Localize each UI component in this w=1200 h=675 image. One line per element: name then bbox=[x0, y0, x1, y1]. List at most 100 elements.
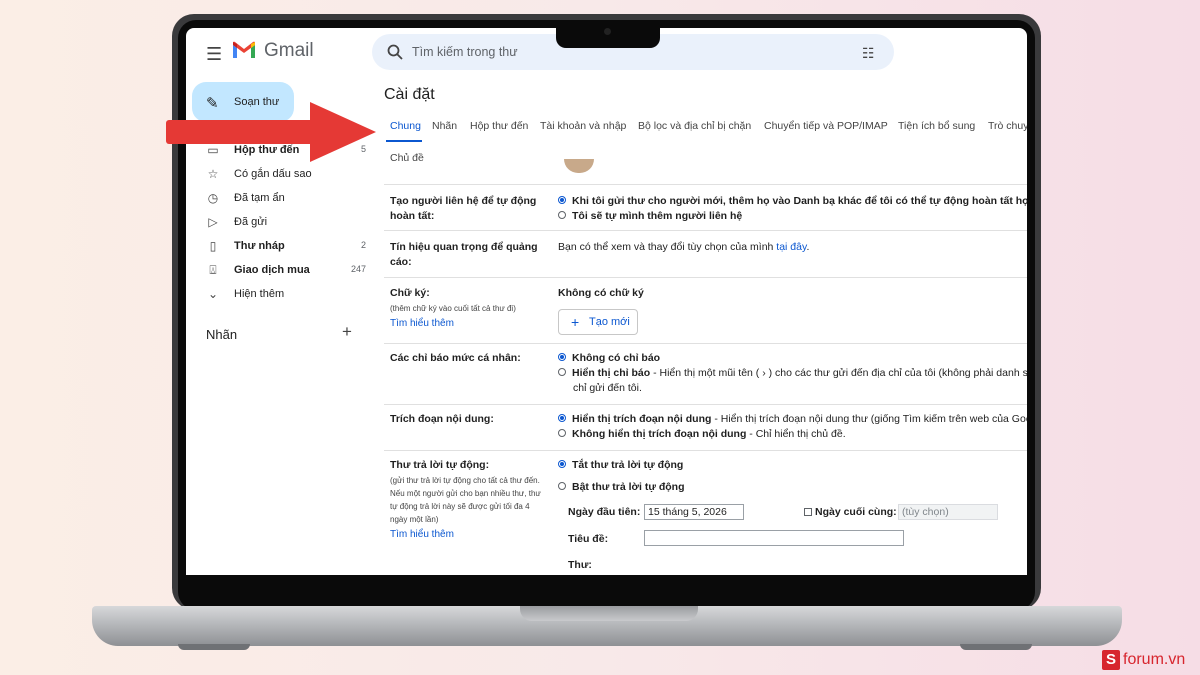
vacation-hint-line4: ngày một lần) bbox=[390, 515, 439, 524]
send-icon: ▷ bbox=[208, 215, 218, 229]
tab-inbox[interactable]: Hộp thư đến bbox=[470, 120, 528, 132]
option-text: Tắt thư trả lời tự động bbox=[572, 459, 684, 471]
last-day-checkbox-group[interactable]: Ngày cuối cùng: bbox=[804, 506, 897, 518]
page-title: Cài đặt bbox=[384, 86, 435, 103]
divider bbox=[384, 404, 1027, 405]
option-text: Khi tôi gửi thư cho người mới, thêm họ v… bbox=[572, 195, 1027, 207]
divider bbox=[384, 184, 1027, 185]
indicators-option-line2: chỉ gửi đến tôi. bbox=[573, 382, 642, 394]
option-text: Hiển thị chỉ báo bbox=[572, 367, 651, 379]
tab-labels[interactable]: Nhãn bbox=[432, 120, 457, 132]
tab-forwarding[interactable]: Chuyển tiếp và POP/IMAP bbox=[764, 120, 888, 132]
contacts-option-auto[interactable]: Khi tôi gửi thư cho người mới, thêm họ v… bbox=[558, 194, 1027, 209]
sidebar-item-drafts[interactable]: ▯ Thư nháp 2 bbox=[186, 236, 366, 258]
active-tab-indicator bbox=[386, 140, 422, 142]
camera-notch bbox=[556, 20, 660, 48]
vacation-hint-line1: (gửi thư trả lời tự động cho tất cả thư … bbox=[390, 476, 540, 485]
sidebar-item-label: Có gắn dấu sao bbox=[234, 168, 312, 180]
laptop-base-groove bbox=[520, 606, 698, 621]
tab-themes[interactable]: Chủ đề bbox=[390, 152, 424, 164]
option-text: Không có chỉ báo bbox=[572, 352, 661, 364]
divider bbox=[384, 277, 1027, 278]
snippets-option-hide[interactable]: Không hiển thị trích đoạn nội dung - Chỉ… bbox=[558, 427, 846, 442]
tab-addons[interactable]: Tiện ích bổ sung bbox=[898, 120, 975, 132]
vacation-option-off[interactable]: Tắt thư trả lời tự động bbox=[558, 458, 683, 473]
option-text: Hiển thị trích đoạn nội dung bbox=[572, 413, 712, 425]
tab-filters[interactable]: Bộ lọc và địa chỉ bị chặn bbox=[638, 120, 751, 132]
last-day-input[interactable]: (tùy chọn) bbox=[898, 504, 998, 520]
sidebar-item-snoozed[interactable]: ◷ Đã tạm ẩn bbox=[186, 188, 366, 210]
radio-button[interactable] bbox=[558, 429, 566, 438]
sidebar-item-purchases[interactable]: ⍍ Giao dịch mua 247 bbox=[186, 260, 366, 282]
vacation-hint-line2: Nếu một người gửi cho bạn nhiều thư, thư bbox=[390, 489, 541, 498]
radio-button[interactable] bbox=[558, 196, 566, 205]
vacation-learn-more-link[interactable]: Tìm hiểu thêm bbox=[390, 528, 454, 541]
ads-link[interactable]: tại đây bbox=[776, 241, 806, 253]
vacation-option-on[interactable]: Bật thư trả lời tự động bbox=[558, 480, 685, 495]
tab-general[interactable]: Chung bbox=[390, 120, 421, 132]
body-label: Thư: bbox=[568, 559, 592, 571]
search-icon[interactable] bbox=[386, 43, 404, 61]
no-signature-text: Không có chữ ký bbox=[558, 287, 644, 299]
last-day-label: Ngày cuối cùng: bbox=[815, 506, 897, 518]
red-arrow-icon bbox=[166, 102, 376, 162]
search-options-icon[interactable]: ☷ bbox=[862, 45, 875, 62]
indicators-option-show[interactable]: Hiển thị chỉ báo - Hiển thị một mũi tên … bbox=[558, 366, 1027, 381]
option-text: Không hiển thị trích đoạn nội dung bbox=[572, 428, 747, 440]
signature-label: Chữ ký: bbox=[390, 287, 430, 299]
sidebar-item-label: Thư nháp bbox=[234, 240, 285, 252]
ads-label: Tín hiệu quan trọng để quảng cáo: bbox=[390, 241, 538, 268]
radio-button[interactable] bbox=[558, 353, 566, 362]
option-description: - Hiển thị một mũi tên ( › ) cho các thư… bbox=[650, 367, 1027, 379]
add-label-icon[interactable]: + bbox=[342, 322, 352, 342]
create-signature-button[interactable]: + Tạo mới bbox=[558, 309, 638, 335]
ads-description: Bạn có thể xem và thay đổi tùy chọn của … bbox=[558, 241, 774, 253]
signature-hint: (thêm chữ ký vào cuối tất cả thư đi) bbox=[390, 304, 516, 313]
radio-button[interactable] bbox=[558, 414, 566, 423]
sidebar-item-label: Đã gửi bbox=[234, 216, 268, 228]
snippets-option-show[interactable]: Hiển thị trích đoạn nội dung - Hiển thị … bbox=[558, 412, 1027, 427]
avatar bbox=[564, 159, 594, 173]
divider bbox=[384, 230, 1027, 231]
search-input[interactable]: Tìm kiếm trong thư bbox=[412, 45, 518, 59]
sidebar-item-label: Hiện thêm bbox=[234, 288, 285, 300]
sidebar-item-starred[interactable]: ☆ Có gắn dấu sao bbox=[186, 164, 366, 186]
menu-icon[interactable]: ☰ bbox=[206, 44, 222, 65]
tab-accounts[interactable]: Tài khoản và nhập bbox=[540, 120, 626, 132]
laptop-foot bbox=[178, 644, 250, 650]
sidebar-item-label: Giao dịch mua bbox=[234, 264, 310, 276]
watermark-logo: S forum.vn bbox=[1102, 648, 1196, 672]
option-description: - Chỉ hiển thị chủ đề. bbox=[746, 428, 846, 440]
radio-button[interactable] bbox=[558, 368, 566, 377]
shopping-bag-icon: ⍍ bbox=[209, 263, 217, 277]
laptop-chin bbox=[186, 575, 1027, 608]
signature-learn-more-link[interactable]: Tìm hiểu thêm bbox=[390, 317, 454, 330]
create-button-label: Tạo mới bbox=[589, 316, 630, 328]
last-day-checkbox[interactable] bbox=[804, 508, 812, 517]
vacation-hint-line3: tự động trả lời này sẽ được gửi tối đa 4 bbox=[390, 502, 530, 511]
tab-chat[interactable]: Trò chuy bbox=[988, 120, 1027, 132]
sidebar-item-sent[interactable]: ▷ Đã gửi bbox=[186, 212, 366, 234]
vacation-label: Thư trả lời tự động: bbox=[390, 459, 490, 471]
ads-text: Bạn có thể xem và thay đổi tùy chọn của … bbox=[558, 240, 809, 255]
radio-button[interactable] bbox=[558, 211, 566, 220]
sidebar-item-label: Đã tạm ẩn bbox=[234, 192, 285, 204]
contacts-option-manual[interactable]: Tôi sẽ tự mình thêm người liên hệ bbox=[558, 209, 742, 224]
radio-button[interactable] bbox=[558, 482, 566, 491]
divider bbox=[384, 450, 1027, 451]
sidebar-item-more[interactable]: ⌄ Hiện thêm bbox=[186, 284, 366, 306]
subject-input[interactable] bbox=[644, 530, 904, 546]
plus-icon: + bbox=[571, 314, 580, 330]
divider bbox=[384, 343, 1027, 344]
indicators-label: Các chỉ báo mức cá nhân: bbox=[390, 352, 521, 364]
subject-label: Tiêu đề: bbox=[568, 533, 609, 545]
draft-icon: ▯ bbox=[209, 239, 217, 253]
labels-heading: Nhãn bbox=[206, 327, 238, 342]
watermark-text: forum.vn bbox=[1123, 651, 1186, 668]
draft-count: 2 bbox=[360, 240, 366, 250]
first-day-input[interactable]: 15 tháng 5, 2026 bbox=[644, 504, 744, 520]
settings-tabs: Chung Nhãn Hộp thư đến Tài khoản và nhập… bbox=[384, 118, 1027, 138]
radio-button[interactable] bbox=[558, 460, 566, 469]
indicators-option-none[interactable]: Không có chỉ báo bbox=[558, 351, 660, 366]
gmail-logo-icon bbox=[233, 41, 255, 58]
